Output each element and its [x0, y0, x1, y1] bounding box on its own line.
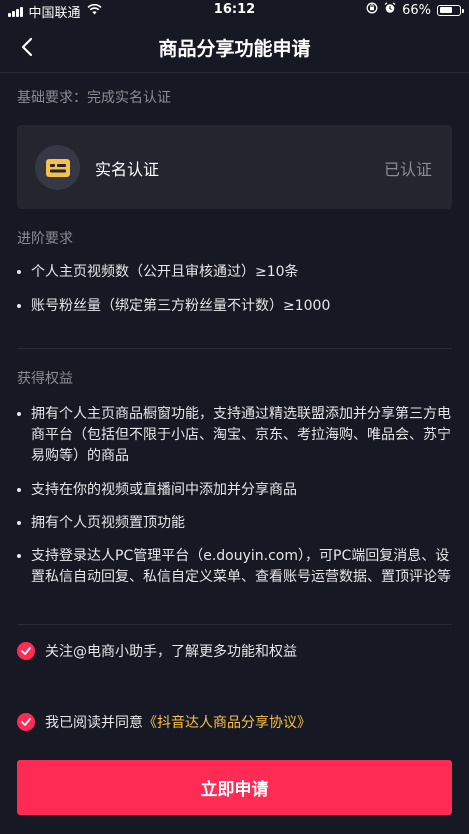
- list-item-text: 支持登录达人PC管理平台（e.douyin.com），可PC端回复消息、设置私信…: [31, 548, 451, 585]
- list-item-text: 拥有个人页视频置顶功能: [31, 515, 185, 531]
- verification-label: 实名认证: [95, 160, 160, 179]
- navigation-bar: 商品分享功能申请: [0, 22, 469, 73]
- follow-assistant-text: 关注@电商小助手，了解更多功能和权益: [45, 644, 297, 660]
- section-divider: [17, 348, 452, 349]
- battery-level-fill: [439, 7, 453, 13]
- list-item-text: 账号粉丝量（绑定第三方粉丝量不计数）≥1000: [31, 298, 331, 314]
- alarm-icon: [384, 2, 396, 18]
- bullet-icon: [17, 521, 21, 525]
- id-card-icon: [35, 145, 80, 190]
- page-title: 商品分享功能申请: [158, 38, 311, 60]
- section-divider: [17, 624, 452, 625]
- list-item-text: 个人主页视频数（公开且审核通过）≥10条: [31, 264, 299, 280]
- orientation-lock-icon: [366, 2, 378, 18]
- agreement-text: 我已阅读并同意《抖音达人商品分享协议》: [45, 712, 311, 732]
- bullet-icon: [17, 554, 21, 558]
- status-right: 66%: [366, 2, 464, 18]
- list-item: 支持在你的视频或直播间中添加并分享商品: [17, 480, 457, 501]
- apply-now-button[interactable]: 立即申请: [17, 760, 452, 815]
- bullet-icon: [17, 304, 21, 308]
- advanced-requirement-title: 进阶要求: [17, 231, 73, 247]
- list-item: 支持登录达人PC管理平台（e.douyin.com），可PC端回复消息、设置私信…: [17, 546, 457, 588]
- real-name-verification-card[interactable]: 实名认证 已认证: [17, 125, 452, 209]
- list-item-text: 拥有个人主页商品橱窗功能，支持通过精选联盟添加并分享第三方电商平台（包括但不限于…: [31, 406, 451, 464]
- bullet-icon: [17, 488, 21, 492]
- list-item: 拥有个人主页商品橱窗功能，支持通过精选联盟添加并分享第三方电商平台（包括但不限于…: [17, 404, 457, 467]
- bullet-icon: [17, 412, 21, 416]
- status-bar: 中国联通 16:12 66%: [0, 0, 469, 22]
- bullet-icon: [17, 270, 21, 274]
- agreement-checkbox[interactable]: 我已阅读并同意《抖音达人商品分享协议》: [17, 712, 311, 732]
- checkmark-icon[interactable]: [17, 642, 35, 660]
- checkmark-icon[interactable]: [17, 713, 35, 731]
- agreement-prefix: 我已阅读并同意: [45, 715, 143, 731]
- list-item: 拥有个人页视频置顶功能: [17, 513, 457, 534]
- battery-percent: 66%: [402, 2, 431, 18]
- list-item: 账号粉丝量（绑定第三方粉丝量不计数）≥1000: [17, 296, 457, 317]
- agreement-link[interactable]: 《抖音达人商品分享协议》: [143, 715, 311, 731]
- benefits-title: 获得权益: [17, 371, 73, 387]
- list-item: 个人主页视频数（公开且审核通过）≥10条: [17, 262, 457, 283]
- basic-requirement-title: 基础要求：完成实名认证: [17, 90, 171, 106]
- verification-status: 已认证: [383, 160, 432, 179]
- list-item-text: 支持在你的视频或直播间中添加并分享商品: [31, 482, 297, 498]
- battery-icon: [437, 4, 464, 16]
- follow-assistant-checkbox[interactable]: 关注@电商小助手，了解更多功能和权益: [17, 641, 297, 661]
